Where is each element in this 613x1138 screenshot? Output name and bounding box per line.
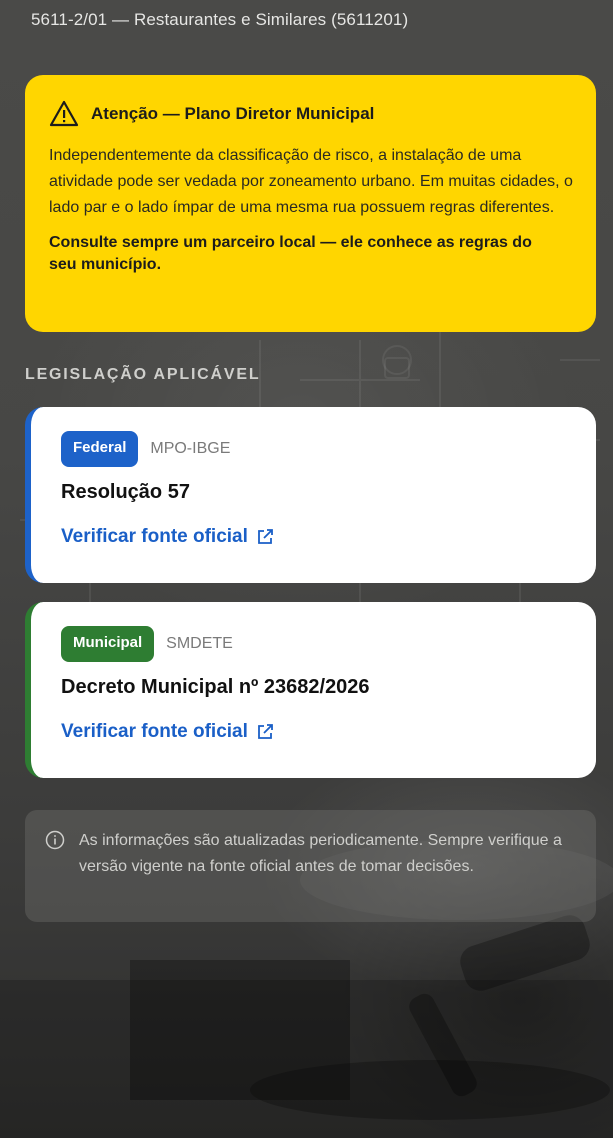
verify-official-source-link[interactable]: Verificar fonte oficial bbox=[61, 721, 274, 743]
law-tag-row: Municipal SMDETE bbox=[61, 626, 566, 662]
external-link-icon bbox=[258, 724, 273, 739]
section-label-legislation: LEGISLAÇÃO APLICÁVEL bbox=[25, 366, 261, 383]
level-badge-federal: Federal bbox=[61, 431, 139, 467]
external-link-icon bbox=[258, 529, 273, 544]
info-notice: As informações são atualizadas periodica… bbox=[25, 810, 596, 922]
alert-header: Atenção — Plano Diretor Municipal bbox=[49, 99, 572, 129]
law-card-municipal: Municipal SMDETE Decreto Municipal nº 23… bbox=[25, 602, 596, 778]
alert-body: Independentemente da classificação de ri… bbox=[49, 147, 573, 216]
zoning-warning-alert: Atenção — Plano Diretor Municipal Indepe… bbox=[25, 75, 596, 332]
warning-triangle-icon bbox=[49, 100, 79, 127]
law-title: Resolução 57 bbox=[61, 481, 190, 503]
alert-title: Atenção — Plano Diretor Municipal bbox=[91, 104, 375, 123]
law-card-federal: Federal MPO-IBGE Resolução 57 Verificar … bbox=[25, 407, 596, 583]
link-label: Verificar fonte oficial bbox=[61, 526, 248, 547]
law-title: Decreto Municipal nº 23682/2026 bbox=[61, 676, 370, 698]
activity-code-line: 5611-2/01 — Restaurantes e Similares (56… bbox=[31, 10, 409, 29]
info-text: As informações são atualizadas periodica… bbox=[79, 832, 562, 875]
law-source: MPO-IBGE bbox=[150, 440, 231, 457]
link-label: Verificar fonte oficial bbox=[61, 721, 248, 742]
law-tag-row: Federal MPO-IBGE bbox=[61, 431, 566, 467]
law-source: SMDETE bbox=[166, 635, 233, 652]
info-circle-icon bbox=[45, 830, 65, 850]
verify-official-source-link[interactable]: Verificar fonte oficial bbox=[61, 526, 274, 548]
level-badge-municipal: Municipal bbox=[61, 626, 155, 662]
alert-cta: Consulte sempre um parceiro local — ele … bbox=[49, 234, 532, 273]
